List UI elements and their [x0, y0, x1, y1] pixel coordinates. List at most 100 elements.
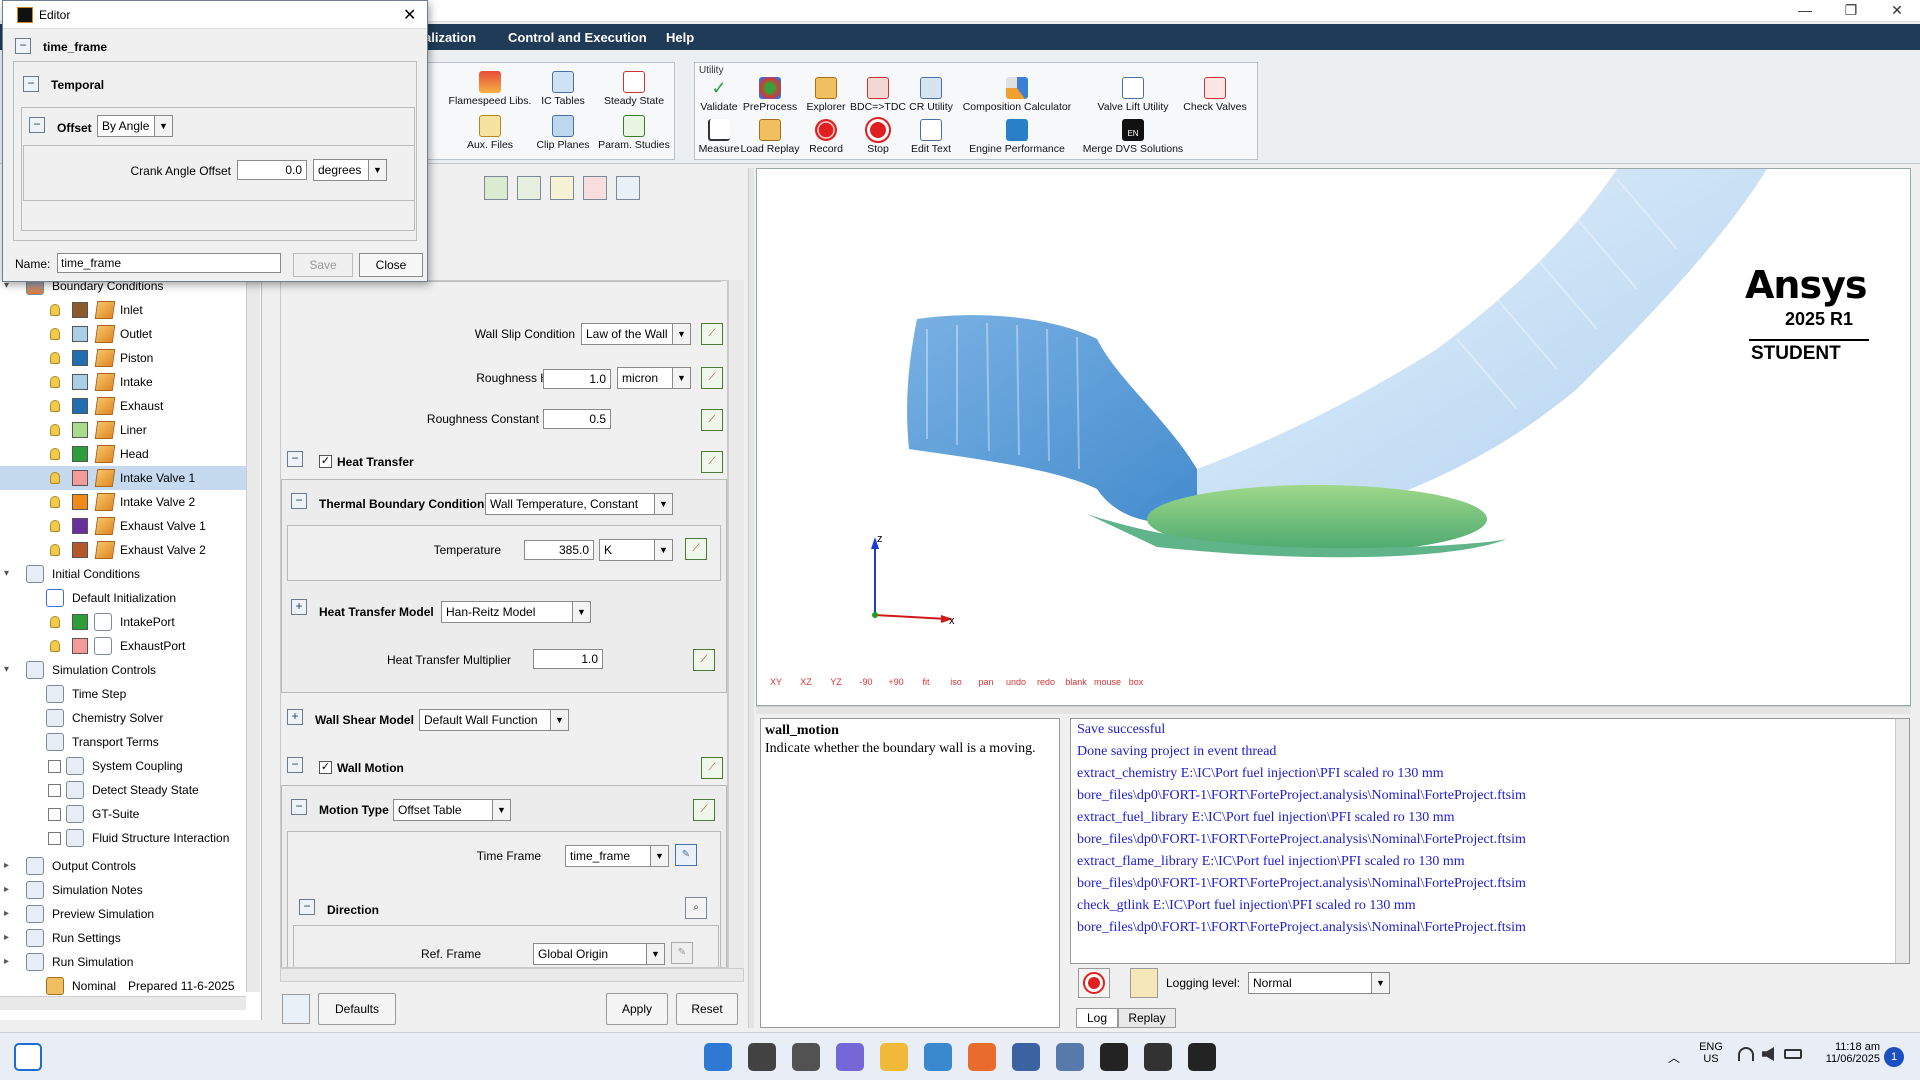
param-studies-button[interactable]: Param. Studies: [589, 115, 679, 151]
temperature-graph-icon[interactable]: ⟋: [685, 538, 707, 560]
form-tool-2-icon[interactable]: [517, 176, 541, 200]
tree-boundary-item[interactable]: Intake Valve 1: [0, 466, 246, 490]
splitter-horizontal[interactable]: [756, 706, 1911, 714]
tab-log[interactable]: Log: [1076, 1008, 1118, 1028]
tab-replay[interactable]: Replay: [1118, 1008, 1176, 1028]
visibility-bulb-icon[interactable]: [50, 352, 60, 364]
defaults-button[interactable]: Defaults: [318, 993, 396, 1025]
thermal-bc-select[interactable]: Wall Temperature, Constant ▼: [485, 493, 673, 515]
clock[interactable]: 11:18 am 11/06/2025: [1822, 1041, 1880, 1065]
tree-boundary-item[interactable]: Outlet: [0, 322, 246, 346]
offset-collapse-icon[interactable]: −: [29, 117, 45, 133]
form-tool-3-icon[interactable]: [550, 176, 574, 200]
visibility-bulb-icon[interactable]: [50, 496, 60, 508]
tray-chevron-icon[interactable]: ︿: [1668, 1049, 1680, 1066]
tree-boundary-item[interactable]: Intake Valve 2: [0, 490, 246, 514]
time-frame-select[interactable]: time_frame ▼: [565, 845, 669, 867]
search-icon[interactable]: [748, 1043, 776, 1071]
color-swatch[interactable]: [72, 302, 88, 318]
wall-shear-expand-icon[interactable]: +: [287, 709, 303, 725]
view-tool-blank-icon[interactable]: blank: [1064, 670, 1088, 694]
apply-button[interactable]: Apply: [606, 993, 668, 1025]
chat-icon[interactable]: [836, 1043, 864, 1071]
maximize-button[interactable]: ❐: [1828, 0, 1874, 22]
tree-boundary-item[interactable]: Exhaust Valve 1: [0, 514, 246, 538]
tree-boundary-item[interactable]: Exhaust: [0, 394, 246, 418]
view-tool-fit-icon[interactable]: fit: [914, 670, 938, 694]
color-swatch[interactable]: [72, 518, 88, 534]
taskview-icon[interactable]: [792, 1043, 820, 1071]
view-tool-redo-icon[interactable]: redo: [1034, 670, 1058, 694]
tree-sim-item[interactable]: Fluid Structure Interaction: [0, 826, 246, 850]
check-valves-button[interactable]: Check Valves: [1175, 77, 1255, 113]
forte-icon[interactable]: [1188, 1043, 1216, 1071]
notification-badge[interactable]: 1: [1884, 1047, 1904, 1067]
close-button[interactable]: Close: [359, 253, 423, 277]
tree-default-initialization[interactable]: Default Initialization: [0, 586, 246, 610]
view-tool-mouse-icon[interactable]: mouse: [1094, 670, 1121, 694]
3d-viewport[interactable]: Ansys 2025 R1 STUDENT z x: [756, 168, 1911, 706]
color-swatch[interactable]: [72, 374, 88, 390]
view-tool-XY-icon[interactable]: XY: [764, 670, 788, 694]
tree-initial-conditions[interactable]: ▾ Initial Conditions: [0, 562, 246, 586]
roughness-unit-select[interactable]: micron ▼: [617, 367, 691, 389]
visibility-bulb-icon[interactable]: [50, 544, 60, 556]
visibility-bulb-icon[interactable]: [50, 616, 60, 628]
ht-model-select[interactable]: Han-Reitz Model ▼: [441, 601, 591, 623]
log-stop-button[interactable]: [1078, 968, 1110, 998]
color-swatch[interactable]: [72, 350, 88, 366]
enable-checkbox[interactable]: [48, 832, 61, 845]
ht-multiplier-input[interactable]: 1.0: [533, 649, 603, 669]
roughness-height-graph-icon[interactable]: ⟋: [701, 367, 723, 389]
heat-transfer-collapse-icon[interactable]: −: [287, 451, 303, 467]
window-close-button[interactable]: ✕: [1874, 0, 1920, 22]
ref-frame-edit-icon[interactable]: ✎: [671, 942, 693, 964]
tree-sim-item[interactable]: Time Step: [0, 682, 246, 706]
tree-hscrollbar[interactable]: [0, 996, 246, 1010]
color-swatch[interactable]: [72, 326, 88, 342]
start-icon[interactable]: [704, 1043, 732, 1071]
form-scrollbar[interactable]: [728, 280, 744, 968]
visibility-bulb-icon[interactable]: [50, 424, 60, 436]
battery-icon[interactable]: [1784, 1049, 1802, 1059]
splitter-vertical[interactable]: [748, 168, 754, 1028]
motion-type-collapse-icon[interactable]: −: [291, 799, 307, 815]
tree-initial-item[interactable]: ExhaustPort: [0, 634, 246, 658]
form-delete-icon[interactable]: [583, 176, 607, 200]
view-tool-undo-icon[interactable]: undo: [1004, 670, 1028, 694]
ht-model-expand-icon[interactable]: +: [291, 599, 307, 615]
color-swatch[interactable]: [72, 470, 88, 486]
tree-initial-item[interactable]: IntakePort: [0, 610, 246, 634]
reset-button[interactable]: Reset: [676, 993, 738, 1025]
roughness-constant-input[interactable]: 0.5: [543, 409, 611, 429]
thermal-collapse-icon[interactable]: −: [291, 493, 307, 509]
color-swatch[interactable]: [72, 446, 88, 462]
offset-select[interactable]: By Angle ▼: [97, 115, 173, 137]
ref-frame-select[interactable]: Global Origin ▼: [533, 943, 665, 965]
heat-transfer-checkbox[interactable]: ✓: [319, 455, 332, 468]
form-edit-icon[interactable]: [616, 176, 640, 200]
tree-boundary-item[interactable]: Inlet: [0, 298, 246, 322]
steady-state-button[interactable]: Steady State: [589, 71, 679, 107]
firefox-icon[interactable]: [968, 1043, 996, 1071]
visibility-bulb-icon[interactable]: [50, 472, 60, 484]
editor-root-collapse-icon[interactable]: −: [15, 38, 31, 54]
roughness-constant-graph-icon[interactable]: ⟋: [701, 409, 723, 431]
save-button[interactable]: Save: [293, 253, 353, 277]
visibility-bulb-icon[interactable]: [50, 448, 60, 460]
terminal-icon[interactable]: [1144, 1043, 1172, 1071]
tree-boundary-item[interactable]: Intake: [0, 370, 246, 394]
wall-motion-graph-icon[interactable]: ⟋: [701, 757, 723, 779]
color-swatch[interactable]: [72, 422, 88, 438]
menu-control-execution[interactable]: Control and Execution: [508, 30, 647, 45]
temperature-input[interactable]: 385.0: [524, 540, 594, 560]
visibility-bulb-icon[interactable]: [50, 640, 60, 652]
wall-motion-collapse-icon[interactable]: −: [287, 757, 303, 773]
tree-boundary-item[interactable]: Head: [0, 442, 246, 466]
explorer-icon[interactable]: [880, 1043, 908, 1071]
time-frame-edit-icon[interactable]: ✎: [675, 844, 697, 866]
minimize-button[interactable]: —: [1782, 0, 1828, 22]
form-tool-1-icon[interactable]: [484, 176, 508, 200]
direction-collapse-icon[interactable]: −: [299, 899, 315, 915]
ht-multiplier-graph-icon[interactable]: ⟋: [693, 649, 715, 671]
